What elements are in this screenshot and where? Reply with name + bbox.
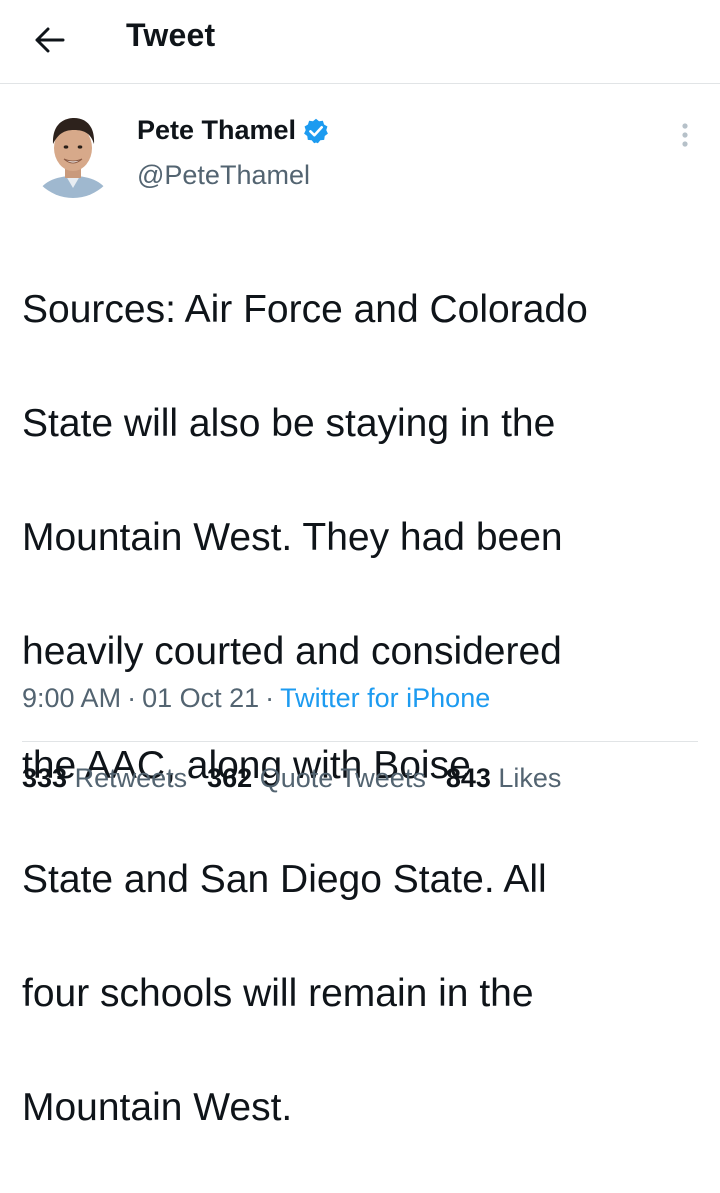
quote-tweets-stat[interactable]: 362 Quote Tweets [207, 763, 426, 794]
tweet-text-line: Mountain West. [22, 1086, 293, 1129]
separator: · [265, 683, 275, 713]
author-handle[interactable]: @PeteThamel [137, 160, 310, 191]
tweet-text-line: heavily courted and considered [22, 630, 562, 673]
tweet-text-line: four schools will remain in the [22, 972, 534, 1015]
separator: · [127, 683, 137, 713]
quote-tweets-count: 362 [207, 763, 253, 793]
tweet-text-line: State will also be staying in the [22, 402, 556, 445]
back-button[interactable] [28, 18, 72, 62]
page-title: Tweet [126, 17, 216, 53]
retweets-stat[interactable]: 333 Retweets [22, 763, 187, 794]
retweets-count: 333 [22, 763, 68, 793]
likes-count: 843 [445, 763, 491, 793]
tweet-source-link[interactable]: Twitter for iPhone [280, 683, 490, 713]
tweet-text-line: Sources: Air Force and Colorado [22, 288, 588, 331]
arrow-left-icon [35, 27, 65, 53]
tweet-text-line: Mountain West. They had been [22, 516, 563, 559]
more-vertical-icon [682, 123, 688, 147]
likes-label: Likes [498, 763, 562, 793]
tweet-text-line: State and San Diego State. All [22, 858, 547, 901]
tweet-time[interactable]: 9:00 AM [22, 683, 121, 713]
tweet-date[interactable]: 01 Oct 21 [142, 683, 259, 713]
divider [22, 741, 698, 742]
likes-stat[interactable]: 843 Likes [446, 763, 562, 794]
author-name[interactable]: Pete Thamel [137, 115, 296, 146]
verified-badge-icon [304, 118, 328, 143]
engagement-stats: 333 Retweets 362 Quote Tweets 843 Likes [22, 763, 581, 794]
top-bar: Tweet [0, 0, 720, 84]
tweet-metadata: 9:00 AM · 01 Oct 21 · Twitter for iPhone [22, 683, 490, 714]
avatar[interactable] [28, 108, 118, 198]
quote-tweets-label: Quote Tweets [259, 763, 426, 793]
retweets-label: Retweets [74, 763, 188, 793]
more-options-button[interactable] [670, 118, 700, 152]
avatar-image [28, 108, 118, 198]
author-name-row[interactable]: Pete Thamel [137, 115, 330, 146]
